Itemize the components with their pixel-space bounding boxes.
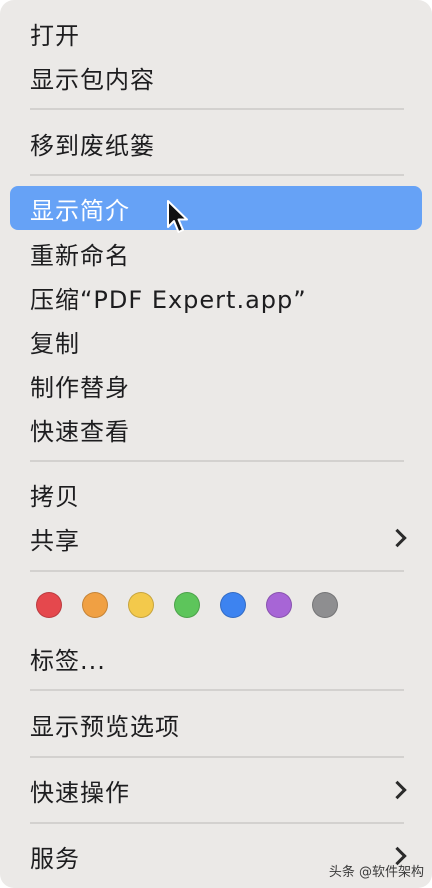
menu-item-label: 快速操作 [30, 778, 130, 807]
menu-item-label: 服务 [30, 844, 80, 873]
chevron-right-icon [388, 528, 407, 548]
menu-item-quick-actions[interactable]: 快速操作 [10, 768, 422, 812]
menu-item-show-package-contents[interactable]: 显示包内容 [10, 55, 422, 99]
menu-item-label: 重新命名 [30, 241, 130, 270]
menu-item-label: 复制 [30, 329, 80, 358]
menu-item-share[interactable]: 共享 [10, 516, 422, 560]
menu-item-label: 打开 [30, 21, 80, 50]
menu-item-get-info[interactable]: 显示简介 [10, 186, 422, 230]
tag-green[interactable] [174, 592, 200, 618]
menu-item-move-to-trash[interactable]: 移到废纸篓 [10, 121, 422, 165]
menu-item-copy[interactable]: 拷贝 [10, 472, 422, 516]
menu-item-open[interactable]: 打开 [10, 11, 422, 55]
menu-item-label: 标签... [30, 646, 106, 675]
menu-item-label: 显示包内容 [30, 65, 155, 94]
tag-color-row [36, 592, 338, 620]
menu-item-label: 压缩“PDF Expert.app” [30, 285, 307, 314]
tag-yellow[interactable] [128, 592, 154, 618]
menu-separator [30, 756, 404, 758]
tag-orange[interactable] [82, 592, 108, 618]
menu-item-rename[interactable]: 重新命名 [10, 231, 422, 275]
menu-separator [30, 460, 404, 462]
tag-blue[interactable] [220, 592, 246, 618]
menu-separator [30, 570, 404, 572]
mouse-pointer-icon [167, 200, 188, 233]
menu-item-compress[interactable]: 压缩“PDF Expert.app” [10, 275, 422, 319]
menu-item-label: 移到废纸篓 [30, 131, 155, 160]
menu-item-tags[interactable]: 标签... [10, 636, 422, 680]
watermark: 头条 @软件架构 [328, 865, 424, 880]
menu-item-label: 共享 [30, 526, 80, 555]
menu-separator [30, 174, 404, 176]
menu-item-quick-look[interactable]: 快速查看 [10, 407, 422, 451]
menu-item-duplicate[interactable]: 复制 [10, 319, 422, 363]
menu-item-make-alias[interactable]: 制作替身 [10, 363, 422, 407]
menu-item-label: 快速查看 [30, 417, 130, 446]
menu-item-label: 拷贝 [30, 482, 80, 511]
tag-purple[interactable] [266, 592, 292, 618]
menu-item-label: 制作替身 [30, 373, 130, 402]
menu-separator [30, 108, 404, 110]
menu-item-label: 显示简介 [30, 196, 130, 225]
tag-red[interactable] [36, 592, 62, 618]
context-menu: 打开 显示包内容 移到废纸篓 显示简介 重新命名 压缩“PDF Expert.a… [0, 0, 432, 888]
menu-item-label: 显示预览选项 [30, 712, 180, 741]
menu-separator [30, 689, 404, 691]
chevron-right-icon [388, 780, 407, 800]
tag-gray[interactable] [312, 592, 338, 618]
menu-separator [30, 822, 404, 824]
menu-item-show-view-options[interactable]: 显示预览选项 [10, 702, 422, 746]
